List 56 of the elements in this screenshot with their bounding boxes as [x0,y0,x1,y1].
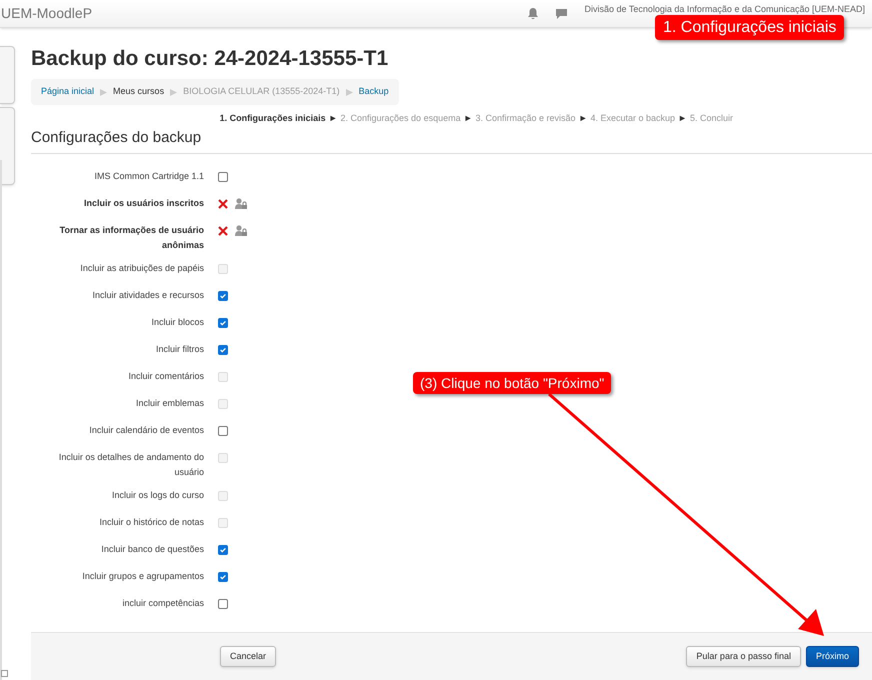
setting-label: IMS Common Cartridge 1.1 [93,170,204,183]
wizard-step: 1. Configurações iniciais [220,112,326,126]
setting-label: Incluir o histórico de notas [98,516,204,528]
breadcrumb-item: BIOLOGIA CELULAR (13555-2024-T1) [183,85,340,98]
small-icon [1,670,8,677]
wizard-step: 4. Executar o backup [590,112,676,126]
wizard-step: 3. Confirmação e revisão [476,112,576,126]
next-button[interactable]: Próximo [806,646,859,667]
setting-label: Incluir os usuários inscritos [82,196,204,210]
setting-label: Incluir filtros [154,342,204,356]
chevron-icon [100,88,108,96]
setting-label: Incluir blocos [150,316,204,328]
setting-label: Incluir emblemas [134,396,204,410]
setting-label: Incluir comentários [127,370,204,382]
setting-label: Incluir os logs do curso [110,488,204,502]
user-lock-icon [235,198,247,209]
wizard-step: 5. Concluir [690,112,733,126]
breadcrumb-link[interactable]: Backup [358,85,389,99]
checkbox[interactable] [218,426,228,436]
setting-label: Incluir as atribuições de papéis [79,262,204,275]
setting-label: Incluir calendário de eventos [88,424,204,436]
breadcrumb-link[interactable]: Página inicial [41,85,94,99]
setting-label: Incluir atividades e recursos [91,288,204,302]
callout-label: 1. Configurações iniciais [655,15,844,40]
page-title: Backup do curso: 24-2024-13555-T1 [31,46,390,72]
step-separator: ► [578,112,588,125]
user-lock-icon [235,225,247,236]
secondary-button[interactable]: Cancelar [220,646,276,667]
checkbox[interactable] [218,290,228,300]
checkbox[interactable] [218,172,228,182]
breadcrumb-item: Meus cursos [113,85,164,98]
cross-icon [218,198,228,208]
setting-label: incluir competências [121,596,204,610]
chevron-icon [346,88,353,96]
bell-icon[interactable] [528,8,538,19]
secondary-button[interactable]: Pular para o passo final [686,646,801,667]
step-separator: ► [464,112,473,125]
setting-label: Tornar as informações de usuário anônimas [58,224,204,252]
callout-label: (3) Clique no botão "Próximo" [413,372,612,394]
checkbox[interactable] [218,572,228,582]
checkbox[interactable] [218,544,228,554]
step-separator: ► [328,112,338,125]
step-separator: ► [678,112,687,125]
site-name[interactable]: UEM-MoodleP [0,3,92,24]
setting-label: Incluir banco de questões [100,542,204,556]
setting-label: Incluir os detalhes de andamento do usuário [58,450,204,478]
section-heading: Configurações do backup [31,128,872,154]
checkbox[interactable] [218,318,228,328]
wizard-step: 2. Configurações do esquema [340,112,461,126]
setting-label: Incluir grupos e agrupamentos [81,570,204,583]
chat-icon[interactable] [556,8,567,18]
checkbox[interactable] [218,598,228,608]
user-menu[interactable]: Divisão de Tecnologia da Informação e da Comunicação [UEM-NEAD] [584,3,865,16]
cross-icon [218,226,228,236]
chevron-icon [170,88,178,96]
checkbox[interactable] [218,344,228,354]
